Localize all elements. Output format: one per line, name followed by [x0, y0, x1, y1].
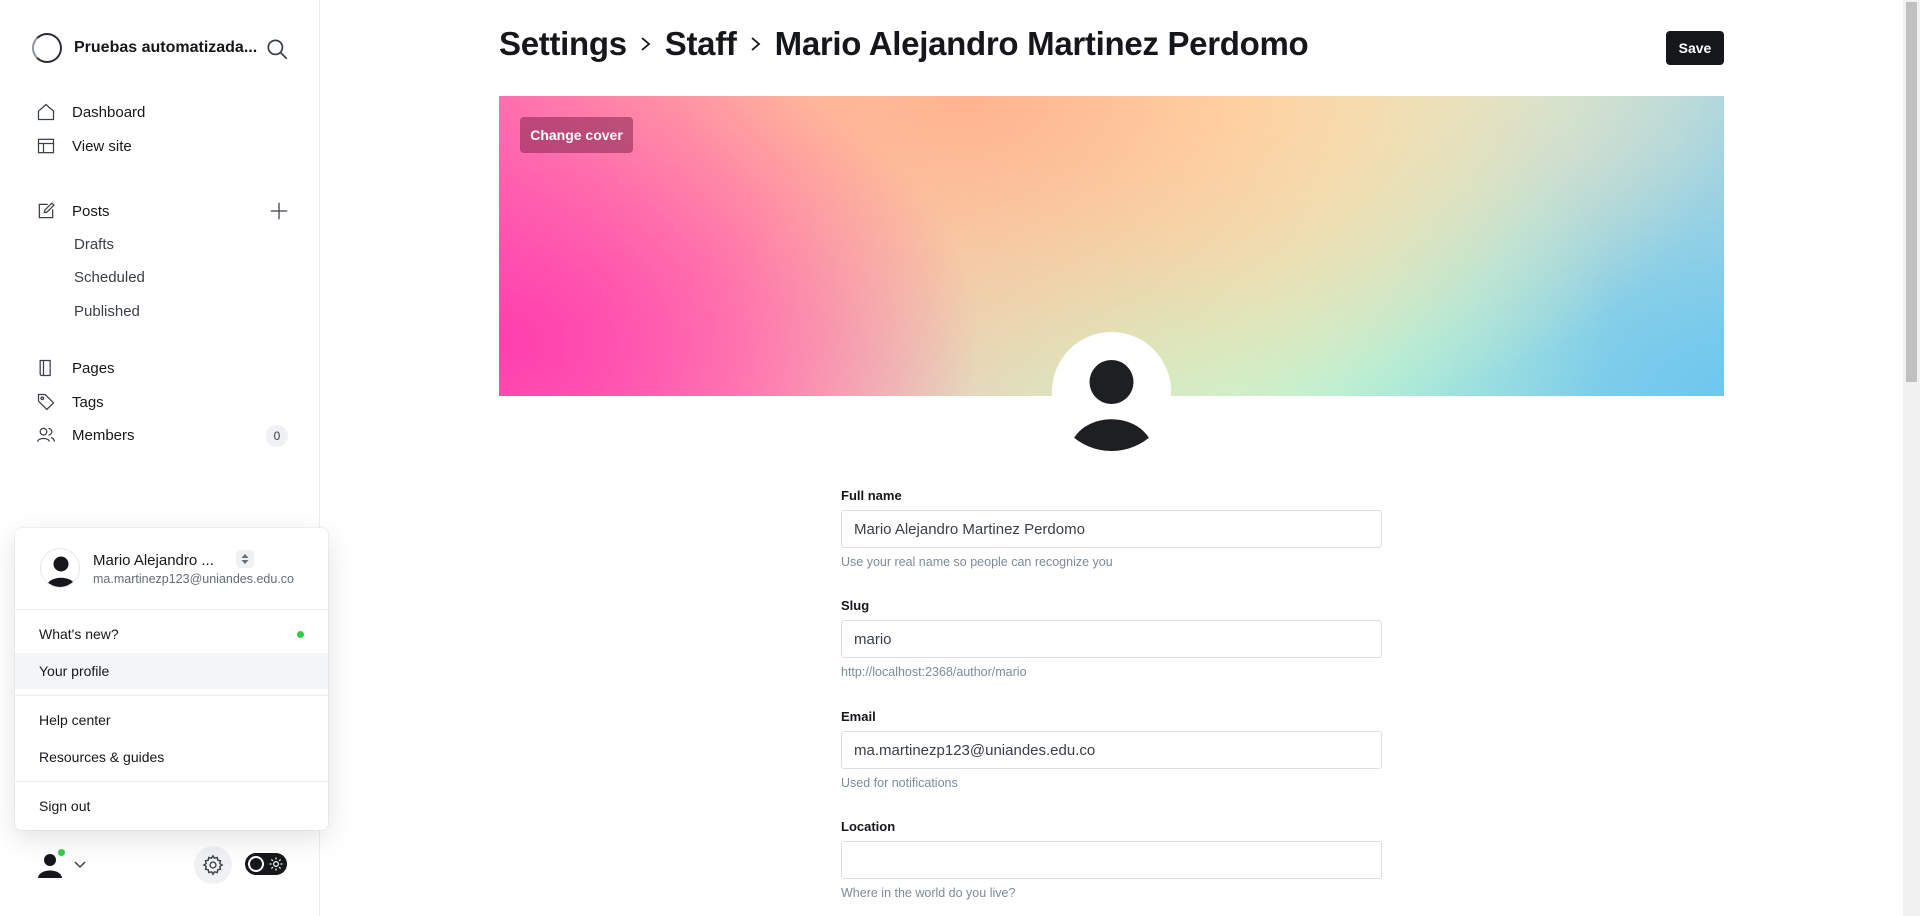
sidebar-item-pages[interactable]: Pages: [36, 354, 115, 382]
menu-item-whats-new[interactable]: What's new?: [15, 616, 328, 652]
members-icon: [37, 427, 55, 442]
sidebar-item-published[interactable]: Published: [74, 299, 140, 325]
user-avatar-icon: [1069, 360, 1154, 451]
brand-logo-icon: [32, 33, 62, 63]
menu-item-resources[interactable]: Resources & guides: [15, 739, 328, 775]
scrollbar-thumb[interactable]: [1906, 2, 1917, 382]
settings-button[interactable]: [194, 846, 232, 884]
menu-item-label: Your profile: [39, 663, 110, 679]
sidebar-item-label: Members: [72, 426, 135, 444]
new-indicator-dot: [297, 631, 304, 638]
location-label: Location: [841, 819, 896, 834]
breadcrumb-settings[interactable]: Settings: [499, 25, 627, 63]
location-hint: Where in the world do you live?: [841, 886, 1016, 900]
sidebar-item-label: View site: [72, 137, 132, 155]
sidebar-item-scheduled[interactable]: Scheduled: [74, 265, 145, 291]
sidebar-item-label: Dashboard: [72, 103, 146, 121]
online-status-dot: [57, 848, 66, 857]
new-post-plus-icon[interactable]: [268, 200, 290, 222]
toggle-knob: [248, 856, 264, 872]
chevron-right-icon: [751, 37, 761, 51]
menu-item-help-center[interactable]: Help center: [15, 702, 328, 738]
menu-item-label: Resources & guides: [39, 749, 165, 765]
book-icon: [39, 359, 51, 377]
full-name-hint: Use your real name so people can recogni…: [841, 555, 1113, 569]
menu-user-email: ma.martinezp123@uniandes.edu.co: [93, 572, 295, 586]
profile-avatar[interactable]: [1052, 332, 1171, 451]
home-icon: [37, 103, 55, 121]
location-input[interactable]: [841, 841, 1382, 879]
members-count-badge: 0: [266, 425, 288, 447]
email-label: Email: [841, 709, 876, 724]
sidebar-item-tags[interactable]: Tags: [36, 388, 104, 416]
slug-url-hint: http://localhost:2368/author/mario: [841, 665, 1027, 679]
user-avatar-icon: [45, 556, 77, 587]
breadcrumb-staff[interactable]: Staff: [665, 25, 737, 63]
sort-arrows-icon: [241, 554, 249, 564]
sidebar-item-members[interactable]: Members: [36, 421, 135, 449]
sidebar-item-label: Pages: [72, 359, 115, 377]
tag-icon: [37, 393, 55, 411]
user-menu-popup: Mario Alejandro ... ma.martinezp123@unia…: [15, 528, 328, 830]
email-hint: Used for notifications: [841, 776, 958, 790]
pen-icon: [38, 202, 55, 219]
account-switch-button[interactable]: [236, 550, 254, 568]
full-name-label: Full name: [841, 488, 902, 503]
page-title: Mario Alejandro Martinez Perdomo: [774, 25, 1309, 62]
change-cover-button[interactable]: Change cover: [520, 117, 633, 153]
sidebar-item-drafts[interactable]: Drafts: [74, 232, 114, 258]
menu-item-your-profile[interactable]: Your profile: [15, 653, 328, 689]
menu-divider: [15, 781, 328, 782]
sidebar-item-label: Posts: [72, 202, 110, 220]
slug-input[interactable]: [841, 620, 1382, 658]
chevron-down-icon[interactable]: [73, 857, 87, 871]
sidebar-item-dashboard[interactable]: Dashboard: [36, 98, 145, 126]
sidebar-item-posts[interactable]: Posts: [36, 197, 110, 225]
brand-name: Pruebas automatizada...: [74, 39, 258, 56]
menu-user-name: Mario Alejandro ...: [93, 552, 214, 569]
breadcrumb: Settings Staff Mario Alejandro Martinez …: [499, 25, 1309, 63]
gear-icon: [202, 854, 224, 876]
full-name-input[interactable]: [841, 510, 1382, 548]
menu-item-label: Sign out: [39, 798, 91, 814]
slug-label: Slug: [841, 598, 870, 613]
search-icon[interactable]: [264, 36, 290, 62]
brand[interactable]: Pruebas automatizada...: [32, 33, 257, 63]
menu-item-label: What's new?: [39, 626, 119, 642]
email-input[interactable]: [841, 731, 1382, 769]
menu-divider: [15, 695, 328, 696]
dark-mode-toggle[interactable]: [245, 853, 287, 875]
menu-avatar: [40, 548, 80, 588]
menu-item-sign-out[interactable]: Sign out: [15, 788, 328, 824]
sidebar-item-label: Tags: [72, 393, 104, 411]
menu-user-header: Mario Alejandro ... ma.martinezp123@unia…: [15, 528, 328, 610]
layout-icon: [37, 138, 55, 154]
menu-item-label: Help center: [39, 712, 111, 728]
sidebar-item-view-site[interactable]: View site: [36, 132, 132, 160]
sun-icon: [269, 857, 283, 871]
chevron-right-icon: [641, 37, 651, 51]
save-button[interactable]: Save: [1666, 31, 1724, 65]
